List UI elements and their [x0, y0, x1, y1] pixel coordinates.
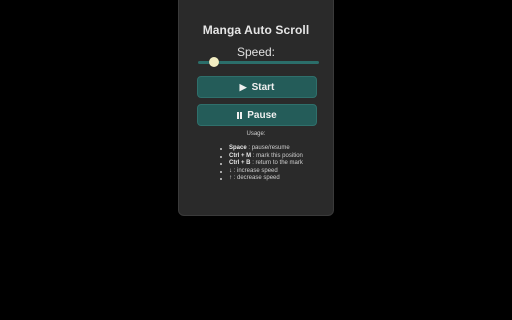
usage-title: Usage: — [246, 131, 266, 137]
usage-list: Space : pause/resume Ctrl + M : mark thi… — [220, 145, 303, 183]
usage-desc: : return to the mark — [252, 160, 303, 167]
usage-item: ↓ : increase speed — [220, 167, 303, 176]
usage-key: Ctrl + M — [229, 152, 252, 159]
usage-key: Space — [229, 145, 247, 151]
pause-button-label: Pause — [247, 109, 277, 121]
usage-item: Ctrl + M : mark this position — [220, 152, 303, 161]
usage-key: ↓ — [229, 167, 232, 174]
usage-desc: : increase speed — [233, 167, 278, 174]
pause-button[interactable]: Pause — [197, 104, 317, 126]
usage-item: Space : pause/resume — [220, 145, 303, 153]
start-button[interactable]: ▶ Start — [197, 76, 317, 98]
speed-slider[interactable] — [198, 57, 319, 69]
speed-slider-thumb[interactable] — [208, 57, 219, 67]
usage-key: ↑ — [229, 175, 232, 182]
usage-item: Ctrl + B : return to the mark — [220, 160, 303, 168]
usage-desc: : pause/resume — [248, 145, 290, 151]
usage-item: ↑ : decrease speed — [220, 175, 303, 183]
usage-key: Ctrl + B — [229, 160, 251, 167]
usage-desc: : mark this position — [252, 152, 303, 159]
pause-icon — [237, 111, 243, 119]
play-icon: ▶ — [239, 81, 247, 92]
usage-desc: : decrease speed — [233, 175, 280, 182]
app-title: Manga Auto Scroll — [202, 23, 310, 37]
start-button-label: Start — [251, 81, 275, 93]
popup-panel: Manga Auto Scroll Speed: ▶ Start Pause U… — [178, 0, 334, 216]
